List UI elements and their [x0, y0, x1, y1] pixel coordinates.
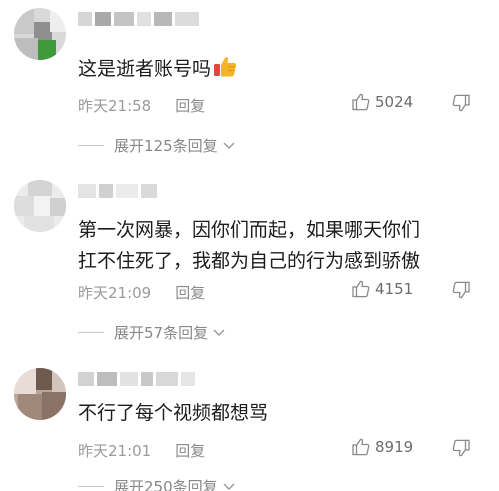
expand-replies-label: 展开57条回复: [114, 324, 209, 342]
comment-text-line: 扛不住死了，我都为自己的行为感到骄傲: [78, 250, 421, 272]
comment-time: 昨天21:58: [78, 97, 152, 115]
expand-replies-button[interactable]: 展开57条回复: [78, 322, 226, 343]
thumbs-down-icon: [452, 94, 470, 112]
thumbs-up-icon: [352, 280, 370, 298]
like-button[interactable]: 4151: [352, 280, 413, 298]
comment-text: 这是逝者账号吗: [78, 54, 237, 88]
avatar[interactable]: [14, 8, 66, 60]
comment-text-content: 这是逝者账号吗: [78, 58, 212, 80]
reply-button[interactable]: 回复: [175, 442, 205, 460]
reply-button[interactable]: 回复: [175, 284, 205, 302]
expand-replies-button[interactable]: 展开250条回复: [78, 476, 236, 491]
thumbs-down-icon: [452, 439, 470, 457]
thumbs-up-emoji-icon: [213, 56, 237, 88]
like-button[interactable]: 5024: [352, 93, 413, 111]
like-count: 8919: [375, 438, 414, 456]
like-count: 5024: [375, 93, 414, 111]
expand-replies-button[interactable]: 展开125条回复: [78, 135, 236, 156]
dislike-button[interactable]: [452, 94, 470, 116]
expand-replies-label: 展开250条回复: [114, 478, 218, 491]
comment-text: 不行了每个视频都想骂: [78, 398, 268, 429]
thumbs-up-icon: [352, 93, 370, 111]
thumbs-up-icon: [352, 438, 370, 456]
expand-divider: [78, 486, 104, 487]
username-blurred[interactable]: [78, 372, 198, 388]
comment-meta: 昨天21:01 回复: [78, 440, 205, 461]
chevron-down-icon: [223, 142, 235, 149]
chevron-down-icon: [213, 329, 225, 336]
reply-button[interactable]: 回复: [175, 97, 205, 115]
expand-replies-label: 展开125条回复: [114, 137, 218, 155]
expand-divider: [78, 145, 104, 146]
comment-text-line: 第一次网暴，因你们而起，如果哪天你们: [78, 219, 421, 241]
avatar[interactable]: [14, 180, 66, 232]
username-blurred[interactable]: [78, 184, 160, 200]
chevron-down-icon: [223, 483, 235, 490]
dislike-button[interactable]: [452, 281, 470, 303]
like-count: 4151: [375, 280, 414, 298]
username-blurred[interactable]: [78, 12, 202, 28]
comment-time: 昨天21:09: [78, 284, 152, 302]
comment-meta: 昨天21:58 回复: [78, 95, 205, 116]
comment-time: 昨天21:01: [78, 442, 152, 460]
avatar[interactable]: [14, 368, 66, 420]
comment-text: 第一次网暴，因你们而起，如果哪天你们 扛不住死了，我都为自己的行为感到骄傲: [78, 215, 420, 277]
comment-text-content: 不行了每个视频都想骂: [78, 402, 269, 424]
like-button[interactable]: 8919: [352, 438, 413, 456]
comment-meta: 昨天21:09 回复: [78, 282, 205, 303]
thumbs-down-icon: [452, 281, 470, 299]
dislike-button[interactable]: [452, 439, 470, 461]
expand-divider: [78, 332, 104, 333]
